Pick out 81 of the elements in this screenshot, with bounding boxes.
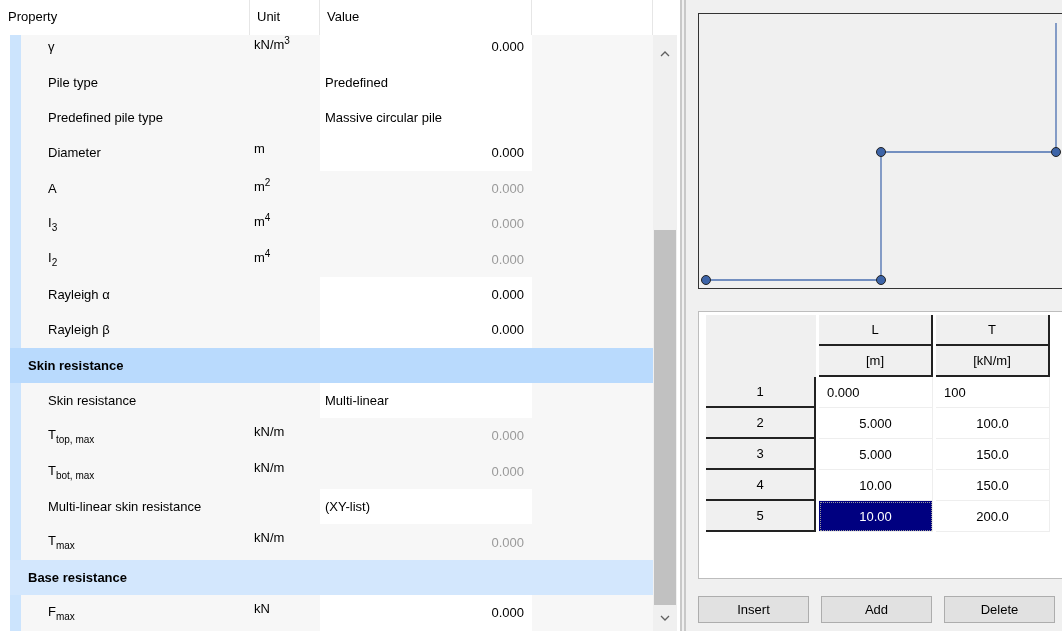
property-row[interactable]: Predefined pile type Massive circular pile: [10, 99, 653, 136]
unit-label: kN/m: [254, 424, 285, 440]
table-cell[interactable]: 10.00: [819, 501, 933, 532]
table-cell[interactable]: 5.000: [819, 439, 933, 470]
property-label: Rayleigh α: [48, 286, 110, 302]
property-row[interactable]: A m$^{2}$ 0.000: [10, 170, 653, 206]
property-row[interactable]: Pile type Predefined: [10, 64, 653, 100]
unit-label: m$^{4}$: [254, 214, 271, 230]
property-label: A: [48, 180, 57, 196]
unit-label: m: [254, 141, 265, 157]
row-header[interactable]: 5: [706, 501, 816, 532]
scroll-up-icon[interactable]: [660, 51, 670, 57]
group-header[interactable]: Base resistance: [10, 559, 653, 596]
scroll-down-icon[interactable]: [660, 615, 670, 621]
property-label: Multi-linear skin resistance: [48, 499, 202, 515]
property-label: Diameter: [48, 145, 101, 161]
table-cell[interactable]: 150.0: [936, 470, 1050, 501]
property-row[interactable]: Rayleigh α 0.000: [10, 276, 653, 313]
table-cell[interactable]: 200.0: [936, 501, 1050, 532]
property-label: T$_{max}$: [48, 533, 75, 551]
property-row[interactable]: Multi-linear skin resistance (XY-list): [10, 489, 653, 525]
row-header[interactable]: 2: [706, 408, 816, 439]
property-row[interactable]: Diameter m 0.000: [10, 135, 653, 171]
column-header[interactable]: T: [936, 315, 1050, 346]
measure-header[interactable]: [m]: [819, 346, 933, 377]
unit-label: kN/m: [254, 530, 285, 546]
table-cell[interactable]: 150.0: [936, 439, 1050, 470]
value-cell[interactable]: 0.000: [320, 35, 532, 65]
value-cell[interactable]: 0.000: [320, 135, 532, 171]
row-header[interactable]: 1: [706, 377, 816, 408]
property-row[interactable]: γ kN/m$^{3}$ 0.000: [10, 35, 653, 65]
value-cell[interactable]: 0.000: [320, 276, 532, 313]
table-cell[interactable]: 5.000: [819, 408, 933, 439]
indent-strip: [10, 595, 21, 631]
value-cell[interactable]: Predefined: [320, 64, 532, 100]
property-label: Pile type: [48, 74, 98, 90]
property-label: γ: [48, 39, 55, 55]
measure-header[interactable]: [kN/m]: [936, 346, 1050, 377]
property-row[interactable]: Skin resistance Multi-linear: [10, 382, 653, 419]
scrollbar[interactable]: [653, 35, 677, 631]
indent-strip: [10, 382, 21, 419]
table-cell[interactable]: 100: [936, 377, 1050, 408]
unit-label: m$^{4}$: [254, 249, 271, 265]
value-cell[interactable]: 0.000: [320, 312, 532, 348]
row-header[interactable]: 4: [706, 470, 816, 501]
property-label: T$_{bot, max}$: [48, 462, 95, 481]
property-label: T$_{top, max}$: [48, 427, 95, 445]
column-header[interactable]: L: [819, 315, 933, 346]
value-cell[interactable]: 0.000: [320, 595, 532, 631]
table-cell[interactable]: 0.000: [819, 377, 933, 408]
scrollbar-thumb[interactable]: [654, 230, 676, 605]
group-header[interactable]: Skin resistance: [10, 347, 653, 383]
property-label: Rayleigh β: [48, 322, 110, 338]
value-cell[interactable]: Multi-linear: [320, 382, 532, 419]
unit-label: kN/m: [254, 459, 285, 475]
indent-strip: [10, 524, 21, 560]
property-row[interactable]: I$_{2}$ m$^{4}$ 0.000: [10, 241, 653, 277]
table-cell[interactable]: 100.0: [936, 408, 1050, 439]
value-cell[interactable]: Massive circular pile: [320, 99, 532, 136]
property-row[interactable]: T$_{bot, max}$ kN/m 0.000: [10, 453, 653, 490]
property-label: Predefined pile type: [48, 109, 163, 125]
property-label: Skin resistance: [48, 393, 137, 409]
property-row[interactable]: T$_{max}$ kN/m 0.000: [10, 524, 653, 560]
property-label: I$_{3}$: [48, 214, 58, 233]
property-label: I$_{2}$: [48, 250, 58, 268]
property-row[interactable]: Rayleigh β 0.000: [10, 312, 653, 348]
property-label: F$_{max}$: [48, 604, 75, 622]
table-button[interactable]: Delete: [944, 596, 1055, 623]
table-cell[interactable]: 10.00: [819, 470, 933, 501]
indent-strip: [10, 312, 21, 348]
property-row[interactable]: F$_{max}$ kN 0.000: [10, 595, 653, 631]
property-row[interactable]: I$_{3}$ m$^{4}$ 0.000: [10, 205, 653, 242]
unit-label: kN: [254, 601, 270, 617]
value-cell[interactable]: (XY-list): [320, 489, 532, 525]
property-row[interactable]: T$_{top, max}$ kN/m 0.000: [10, 418, 653, 454]
table-button[interactable]: Add: [821, 596, 932, 623]
unit-label: kN/m$^{3}$: [254, 37, 290, 53]
unit-label: m$^{2}$: [254, 178, 271, 194]
row-header[interactable]: 3: [706, 439, 816, 470]
indent-strip: [10, 35, 21, 65]
table-button[interactable]: Insert: [698, 596, 809, 623]
